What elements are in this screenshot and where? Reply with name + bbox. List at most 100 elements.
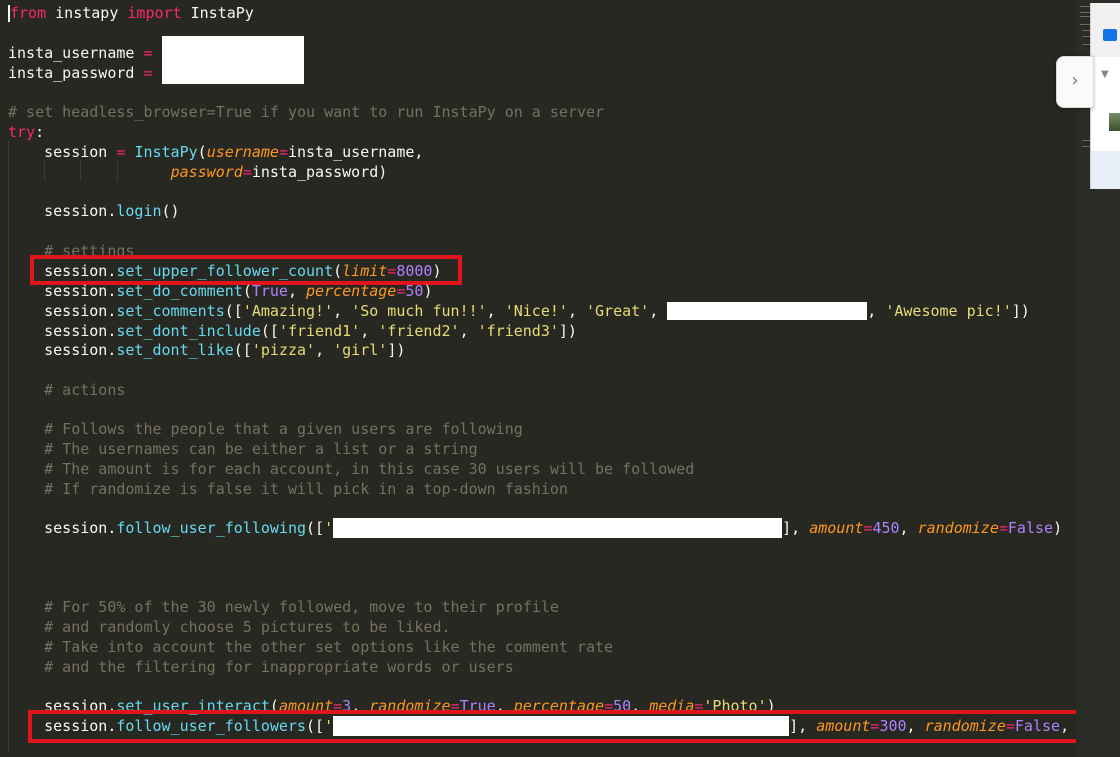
string-literal: 'friend1' bbox=[278, 322, 361, 340]
code-comment: # The usernames can be either a list or … bbox=[8, 440, 478, 458]
argument-name: percentage bbox=[306, 282, 397, 300]
code-comment: # set headless_browser=True if you want … bbox=[8, 103, 605, 121]
function-name: set_comments bbox=[116, 302, 225, 320]
comma: , bbox=[486, 302, 505, 320]
boolean-literal: False bbox=[1007, 519, 1054, 537]
collapse-panel-button[interactable]: › bbox=[1056, 56, 1094, 108]
identifier: insta_password) bbox=[251, 163, 388, 181]
operator: = bbox=[143, 64, 153, 82]
code-comment: # If randomize is false it will pick in … bbox=[8, 480, 568, 498]
identifier: session. bbox=[8, 341, 117, 359]
operator: = bbox=[143, 44, 153, 62]
paren: ([ bbox=[224, 302, 243, 320]
paren: ) bbox=[1053, 519, 1063, 537]
identifier: insta_username, bbox=[287, 143, 424, 161]
paren: ([ bbox=[260, 322, 279, 340]
keyword: import bbox=[127, 4, 182, 22]
code-line-login: session.login() bbox=[8, 201, 180, 221]
colon: : bbox=[35, 123, 45, 141]
code-line-try: try: bbox=[8, 122, 44, 142]
argument-name: amount bbox=[809, 519, 864, 537]
identifier: session. bbox=[8, 322, 117, 340]
string-literal: 'Great' bbox=[586, 302, 650, 320]
keyword: try bbox=[8, 123, 36, 141]
function-name: login bbox=[116, 202, 162, 220]
comma: , bbox=[315, 341, 334, 359]
chevron-right-icon: › bbox=[1071, 70, 1079, 91]
code-line-3: insta_username = bbox=[8, 43, 153, 63]
thumbnail-image[interactable] bbox=[1109, 113, 1120, 131]
code-comment: # and randomly choose 5 pictures to be l… bbox=[8, 618, 451, 636]
code-line-follow-following: session.follow_user_following(['], amoun… bbox=[8, 518, 1062, 538]
paren: ]) bbox=[1011, 302, 1030, 320]
comma: , bbox=[649, 302, 668, 320]
string-literal: 'So much fun!!' bbox=[351, 302, 487, 320]
boolean-literal: True bbox=[251, 282, 288, 300]
variable-name: insta_password bbox=[8, 64, 144, 82]
code-line-dont-include: session.set_dont_include(['friend1', 'fr… bbox=[8, 321, 577, 341]
paren: ) bbox=[423, 282, 433, 300]
comma: , bbox=[899, 519, 918, 537]
identifier: session. bbox=[8, 202, 117, 220]
argument-name: username bbox=[206, 143, 279, 161]
identifier: session bbox=[8, 143, 117, 161]
string-literal: 'Amazing!' bbox=[242, 302, 334, 320]
code-editor[interactable]: from instapy import InstaPy insta_userna… bbox=[0, 0, 1076, 757]
operator: = bbox=[278, 143, 288, 161]
function-name: set_do_comment bbox=[116, 282, 243, 300]
minimap-line bbox=[1082, 140, 1090, 141]
code-line-instapy: session = InstaPy(username=insta_usernam… bbox=[8, 142, 423, 162]
app-icon[interactable] bbox=[1103, 29, 1117, 41]
identifier: session. bbox=[8, 519, 117, 537]
bracket: ], bbox=[782, 519, 810, 537]
paren: () bbox=[161, 202, 180, 220]
code-line-password-arg: password=insta_password) bbox=[8, 162, 388, 182]
string-literal: ' bbox=[324, 519, 334, 537]
identifier: session. bbox=[8, 302, 117, 320]
code-comment: # and the filtering for inappropriate wo… bbox=[8, 658, 514, 676]
side-panel[interactable]: ▼ bbox=[1090, 3, 1120, 189]
code-line-1: from instapy import InstaPy bbox=[8, 3, 254, 23]
redacted-usernames bbox=[333, 518, 783, 538]
redacted-comment bbox=[667, 302, 868, 320]
paren: ]) bbox=[558, 322, 577, 340]
paren: ([ bbox=[233, 341, 252, 359]
class-name: InstaPy bbox=[181, 4, 254, 22]
code-line-dont-like: session.set_dont_like(['pizza', 'girl']) bbox=[8, 340, 405, 360]
string-literal: 'Nice!' bbox=[504, 302, 568, 320]
paren: ]) bbox=[387, 341, 406, 359]
code-comment: # The amount is for each account, in thi… bbox=[8, 460, 695, 478]
function-name: InstaPy bbox=[134, 143, 198, 161]
comma: , bbox=[567, 302, 586, 320]
operator: = bbox=[998, 519, 1008, 537]
paren: ([ bbox=[306, 519, 325, 537]
comma: , bbox=[333, 302, 352, 320]
function-name: follow_user_following bbox=[116, 519, 307, 537]
highlight-box bbox=[28, 710, 1076, 743]
identifier: session. bbox=[8, 282, 117, 300]
expand-icon[interactable]: ▼ bbox=[1101, 69, 1109, 80]
minimap-line bbox=[1080, 12, 1090, 13]
code-line-set-comments: session.set_comments(['Amazing!', 'So mu… bbox=[8, 301, 1030, 321]
redacted-credentials bbox=[162, 36, 304, 84]
code-comment: # Take into account the other set option… bbox=[8, 638, 614, 656]
comma: , bbox=[459, 322, 478, 340]
comma: , bbox=[360, 322, 379, 340]
string-literal: 'Awesome pic!' bbox=[885, 302, 1012, 320]
function-name: set_dont_like bbox=[116, 341, 234, 359]
string-literal: 'girl' bbox=[333, 341, 388, 359]
code-comment: # For 50% of the 30 newly followed, move… bbox=[8, 598, 559, 616]
code-comment: # actions bbox=[8, 381, 126, 399]
comma: , bbox=[287, 282, 307, 300]
module-name: instapy bbox=[46, 4, 128, 22]
operator: = bbox=[242, 163, 252, 181]
variable-name: insta_username bbox=[8, 44, 144, 62]
keyword: from bbox=[10, 4, 47, 22]
code-line-4: insta_password = bbox=[8, 63, 153, 83]
number-literal: 450 bbox=[872, 519, 900, 537]
function-name: set_dont_include bbox=[116, 322, 261, 340]
code-line-do-comment: session.set_do_comment(True, percentage=… bbox=[8, 281, 432, 301]
paren: ( bbox=[242, 282, 252, 300]
string-literal: 'friend3' bbox=[477, 322, 559, 340]
